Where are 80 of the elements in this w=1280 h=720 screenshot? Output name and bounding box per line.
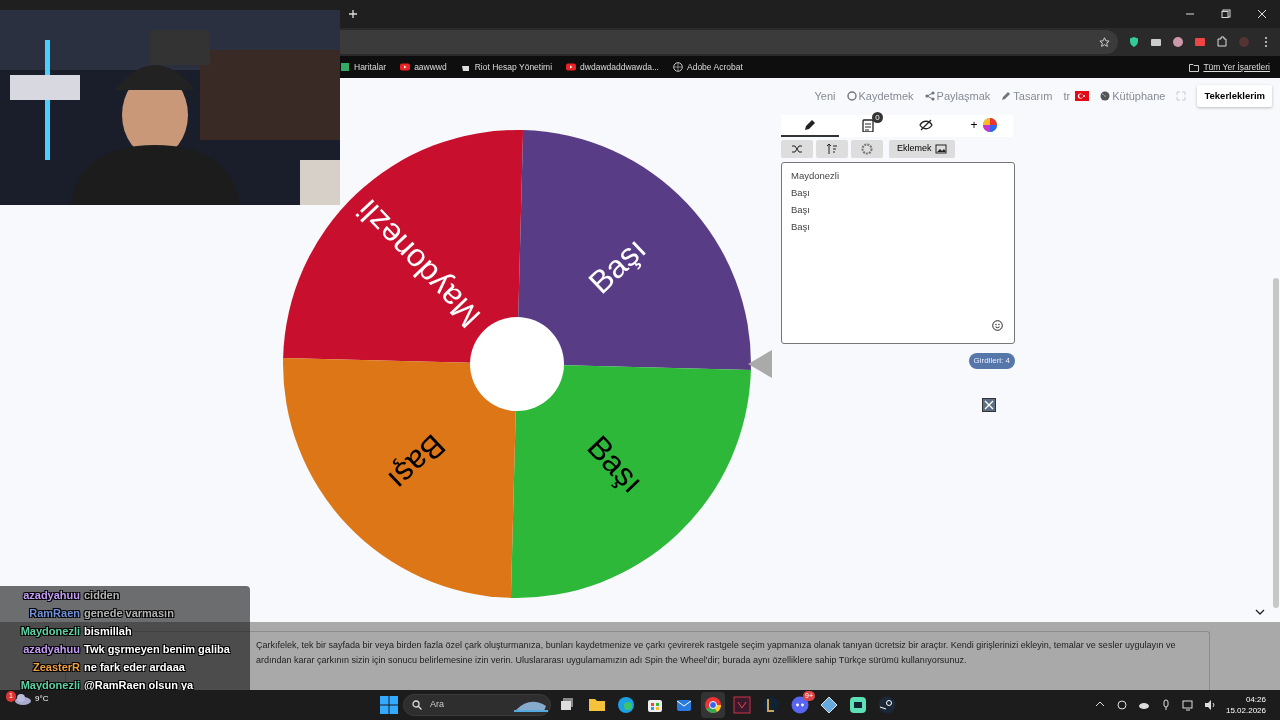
editor-tab[interactable]: [781, 115, 839, 137]
cloud-icon[interactable]: [14, 693, 32, 705]
flag-icon: [1075, 91, 1090, 101]
chat-username: Maydonezli: [19, 624, 80, 639]
chat-message: bismillah: [84, 624, 132, 639]
video-icon: [566, 62, 577, 72]
folder-icon: [1189, 62, 1200, 72]
my-wheels-button[interactable]: Tekerleklerim: [1197, 84, 1272, 108]
entry-count: Girdileri: 4: [968, 353, 1015, 369]
bookmark[interactable]: Riot Hesap Yönetimi: [460, 60, 553, 74]
new-tab-icon[interactable]: [348, 9, 358, 19]
bookmark[interactable]: aawwwd: [400, 60, 447, 74]
network-icon[interactable]: [1181, 699, 1194, 711]
app-icon: [819, 695, 839, 715]
start-icon[interactable]: [380, 696, 398, 714]
chat-username: ZeasterR: [31, 660, 80, 675]
globe-icon: [1100, 91, 1111, 101]
segment-label: Başı: [381, 427, 453, 498]
close-icon[interactable]: [1257, 9, 1267, 19]
globe-icon: [673, 62, 683, 72]
chat-username: azadyahuu: [22, 588, 80, 603]
close-button[interactable]: [982, 398, 996, 412]
extension-icon[interactable]: [1150, 36, 1162, 48]
editor-tab[interactable]: +: [955, 115, 1013, 137]
restore-icon[interactable]: [1221, 9, 1231, 19]
bookmark[interactable]: Adobe Acrobat: [673, 60, 743, 74]
chevron-down-icon[interactable]: [1255, 609, 1265, 616]
chat-message: cidden: [84, 588, 120, 603]
tool-button[interactable]: [851, 140, 883, 158]
pencil-icon: [1001, 91, 1012, 101]
color-wheel-icon: [981, 117, 998, 133]
emoji-icon[interactable]: [992, 320, 1003, 331]
chat-message: Twk gşrmeyen benim galiba: [84, 642, 230, 657]
clipboard-icon: [861, 118, 875, 132]
shuffle-icon: [791, 143, 803, 155]
chat-message: ne fark eder ardaaa: [84, 660, 185, 675]
app-icon: [848, 695, 868, 715]
settings-icon: [861, 143, 873, 155]
search-icon: [412, 700, 422, 710]
extension-icon[interactable]: [1194, 36, 1206, 48]
search-input[interactable]: Ara: [428, 697, 508, 713]
editor-tab[interactable]: 0: [839, 115, 897, 137]
chat-message: genede varmasın: [84, 606, 174, 621]
segment-label: Başı: [581, 230, 653, 301]
game-icon: [732, 695, 752, 715]
game-icon: [761, 695, 781, 715]
pointer-icon: [748, 350, 772, 378]
shield-icon[interactable]: [1128, 36, 1140, 48]
bookmark[interactable]: dwdawdaddwawda...: [566, 60, 659, 74]
save-icon: [846, 91, 857, 101]
volume-icon[interactable]: [1203, 699, 1216, 711]
scrollbar-thumb[interactable]: [1273, 278, 1279, 608]
count-badge: 0: [872, 112, 883, 123]
chat-username: Maydonezli: [19, 678, 80, 693]
clock-time: 04:26: [1244, 694, 1266, 705]
clock-date: 15.02.2026: [1225, 705, 1266, 716]
browser-icon: [616, 695, 636, 715]
steam-icon: [877, 695, 897, 715]
extension-icon[interactable]: [1172, 36, 1184, 48]
sort-icon: [826, 143, 838, 155]
tool-button[interactable]: Eklemek: [889, 140, 955, 158]
pencil-icon: [803, 118, 817, 132]
close-icon: [983, 399, 995, 411]
image-icon: [934, 143, 947, 155]
description-text: Çarkıfelek, tek bir sayfada bir veya birden fazla özel çark oluşturmanıza, bunları kaydetmenize ve çarkı çevirerek rastgele seçim yapmanıza olanak tanıyan ücretsiz bir araçtır. Kendi girişlerinizi ekleyin, temalar ve sesler uygulayın ve ardından karar çarkının sizin için sonucu belirlemesine izin verin. Uluslararası uygulamamızın adı Spin the Wheel'dir; burada aynı özelliklere sahip Türkçe sürümü kullanıyorsunuz.: [256, 639, 1177, 667]
video-icon: [400, 62, 411, 72]
bookmark[interactable]: Haritalar: [340, 60, 387, 74]
browser-icon: [703, 695, 723, 715]
taskbar-app[interactable]: [701, 692, 725, 718]
entries-field[interactable]: Maydonezli Başı Başı Başı: [781, 162, 1015, 344]
share-icon: [924, 91, 935, 101]
map-icon: [340, 62, 350, 72]
all-bookmarks-link[interactable]: Tüm Yer İşaretleri: [1189, 60, 1270, 74]
puzzle-icon[interactable]: [1216, 36, 1228, 48]
hidden-icon: [919, 118, 933, 132]
chat-username: RamRaen: [28, 606, 80, 621]
star-icon[interactable]: [1099, 36, 1110, 48]
temperature-text: 9°C: [35, 693, 49, 705]
search-bar[interactable]: Ara: [403, 694, 551, 716]
chat-username: azadyahuu: [22, 642, 80, 657]
